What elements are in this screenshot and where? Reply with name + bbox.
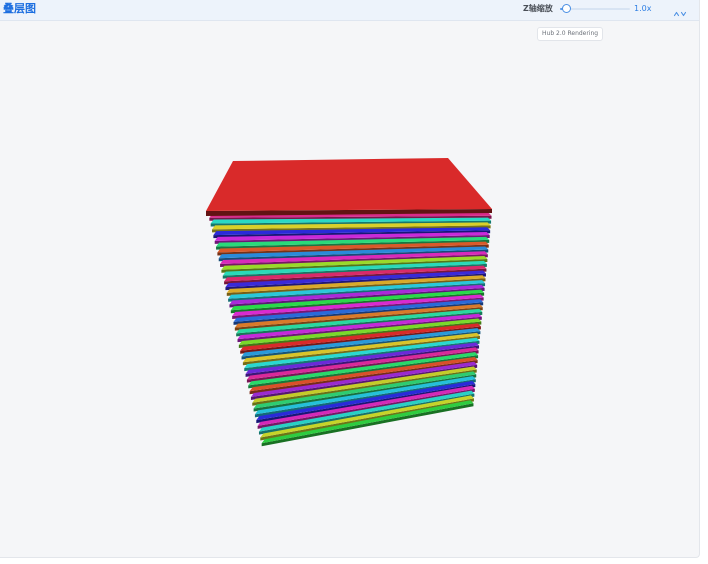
layer-stack-canvas[interactable] — [0, 21, 699, 557]
stack-top-layer-face — [206, 158, 492, 211]
z-scale-slider-thumb[interactable] — [562, 4, 571, 13]
panel-header: 叠层图 Z轴缩放 1.0x — [0, 0, 699, 21]
panel-title: 叠层图 — [3, 2, 36, 15]
reset-view-icon[interactable] — [673, 4, 687, 17]
z-scale-label: Z轴缩放 — [523, 4, 553, 13]
layer-stack-panel: 叠层图 Z轴缩放 1.0x Hub 2.0 Rendering — [0, 0, 700, 558]
z-scale-slider[interactable] — [560, 3, 630, 15]
z-scale-value: 1.0x — [634, 4, 652, 13]
stack-top-layer[interactable] — [206, 158, 492, 216]
